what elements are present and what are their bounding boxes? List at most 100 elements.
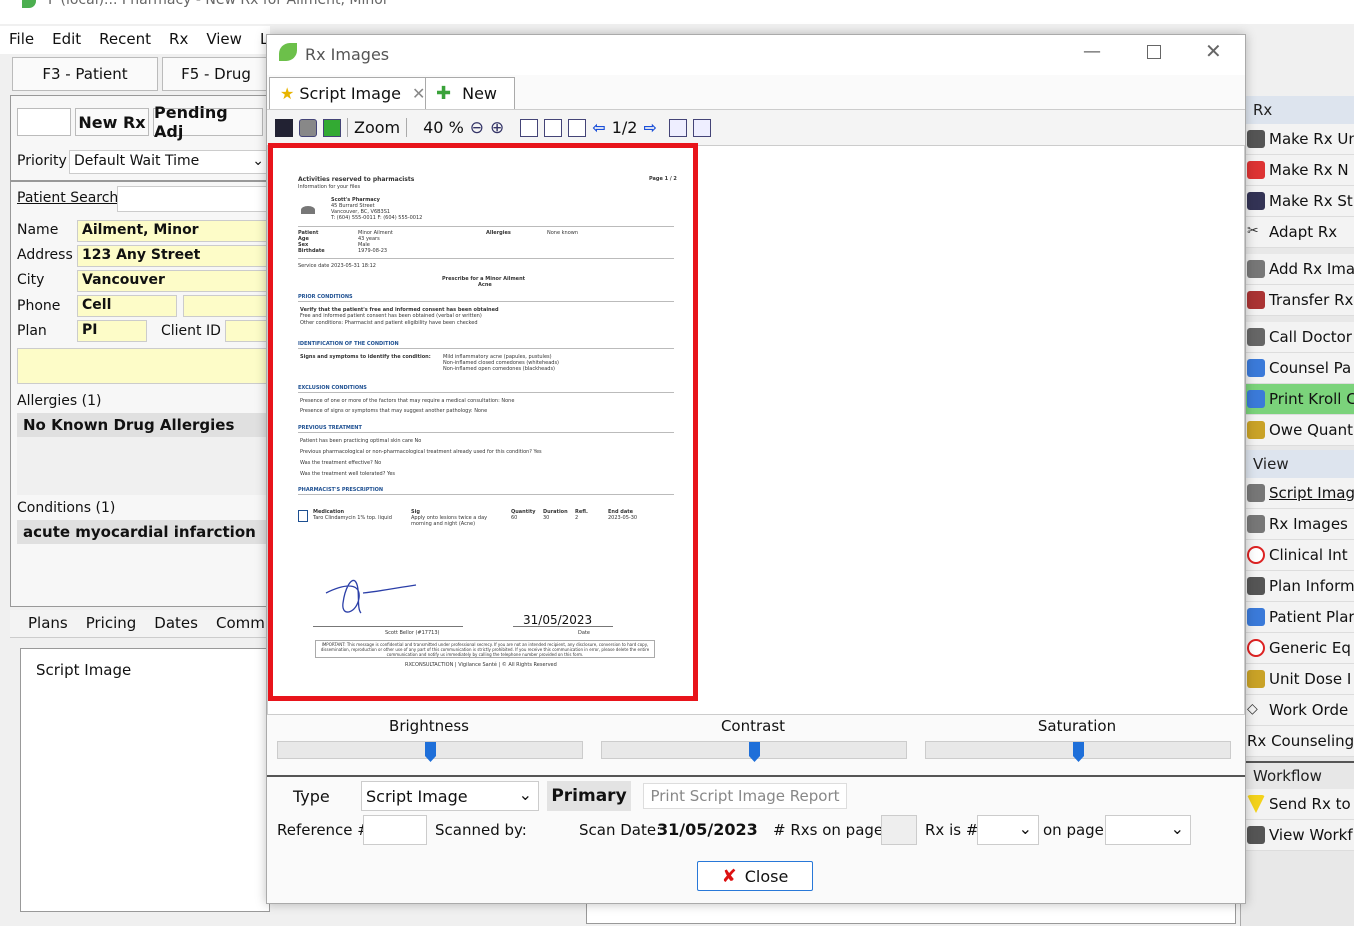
patient-search-input[interactable]	[117, 186, 269, 212]
rp-work-order[interactable]: ◇ Work Orde	[1241, 695, 1354, 726]
blank-button[interactable]	[17, 108, 71, 136]
rp-clinical-interactions[interactable]: Clinical Int	[1241, 540, 1354, 571]
rp-transfer-rx[interactable]: Transfer Rx	[1241, 285, 1354, 316]
rx-section-header[interactable]: Rx	[1241, 96, 1354, 124]
script-image-document[interactable]: Activities reserved to pharmacists Infor…	[268, 143, 698, 701]
unit-dose-icon	[1247, 670, 1265, 688]
phone-field[interactable]: Cell	[77, 295, 177, 317]
fit-width-icon[interactable]	[520, 118, 539, 137]
menu-file[interactable]: File	[0, 26, 43, 54]
patient-notes-field[interactable]	[17, 348, 269, 384]
zoom-out-icon[interactable]: ⊖	[470, 118, 484, 138]
rp-view-workflow[interactable]: View Workf	[1241, 820, 1354, 851]
export-icon[interactable]	[323, 118, 341, 137]
close-button-label: Close	[744, 866, 789, 886]
rx-is-select[interactable]: ⌄	[977, 815, 1039, 845]
prev-page-icon[interactable]: ⇦	[592, 118, 605, 137]
right-action-panel: Rx Make Rx Un Make Rx N Make Rx St ✂ Adap…	[1240, 96, 1354, 926]
rp-print-kroll[interactable]: Print Kroll C	[1241, 384, 1354, 415]
allergy-item[interactable]: No Known Drug Allergies	[17, 413, 269, 437]
rp-counsel-patient[interactable]: Counsel Pa	[1241, 353, 1354, 384]
city-label: City	[17, 272, 45, 288]
rp-make-rx-unfill[interactable]: Make Rx Un	[1241, 124, 1354, 155]
zoom-in-icon[interactable]: ⊕	[490, 118, 504, 138]
actual-size-icon[interactable]	[568, 118, 587, 137]
type-select[interactable]: Script Image ⌄	[361, 781, 539, 811]
menu-edit[interactable]: Edit	[43, 26, 90, 54]
rp-call-doctor[interactable]: Call Doctor	[1241, 322, 1354, 353]
doc-subtitle: Information for your files	[298, 184, 361, 190]
doc-section-prescription: PHARMACIST'S PRESCRIPTION	[298, 487, 384, 493]
x-icon: ✘	[721, 865, 737, 887]
view-section-header[interactable]: View	[1241, 450, 1354, 478]
tab-script-image[interactable]: ★ Script Image ✕	[269, 77, 437, 109]
f3-patient-button[interactable]: F3 - Patient	[12, 57, 158, 91]
saturation-thumb[interactable]	[1073, 742, 1084, 762]
rp-owe-quantity[interactable]: Owe Quant	[1241, 415, 1354, 446]
priority-select[interactable]: Default Wait Time ⌄	[69, 150, 269, 174]
tab-comments[interactable]: Comm	[207, 610, 274, 637]
contrast-thumb[interactable]	[749, 742, 760, 762]
rp-add-rx-image[interactable]: Add Rx Ima	[1241, 254, 1354, 285]
rp-rx-images[interactable]: Rx Images	[1241, 509, 1354, 540]
plus-icon: ✚	[436, 83, 452, 104]
main-titlebar: F (local)... Pharmacy - New Rx for Ailme…	[0, 0, 1354, 24]
phone-number-field[interactable]	[183, 295, 269, 317]
tab-new[interactable]: ✚ New	[425, 77, 515, 109]
rp-make-rx-stop[interactable]: Make Rx St	[1241, 186, 1354, 217]
reference-label: Reference #	[277, 821, 370, 839]
fit-page-icon[interactable]	[544, 118, 563, 137]
rp-patient-plans[interactable]: Patient Plar	[1241, 602, 1354, 633]
new-rx-button[interactable]: New Rx	[75, 108, 149, 136]
condition-item[interactable]: acute myocardial infarction	[17, 520, 269, 544]
zoom-value[interactable]: 40 %	[406, 118, 464, 137]
address-field[interactable]: 123 Any Street	[77, 245, 269, 267]
client-id-field[interactable]	[225, 320, 269, 342]
chevron-down-icon: ⌄	[252, 153, 264, 169]
next-page-icon[interactable]: ⇨	[643, 118, 656, 137]
rp-rx-counseling[interactable]: Rx Counseling	[1241, 726, 1354, 757]
rp-unit-dose[interactable]: Unit Dose I	[1241, 664, 1354, 695]
main-window-title: F (local)... Pharmacy - New Rx for Ailme…	[48, 0, 389, 8]
doc-service-date: Service date 2023-05-31 18:12	[298, 263, 376, 269]
primary-button[interactable]: Primary	[547, 781, 631, 811]
rx-is-label: Rx is #	[925, 821, 979, 839]
menu-recent[interactable]: Recent	[90, 26, 160, 54]
menu-view[interactable]: View	[197, 26, 251, 54]
rp-adapt-rx[interactable]: ✂ Adapt Rx	[1241, 217, 1354, 248]
save-icon[interactable]	[275, 118, 293, 137]
maximize-icon[interactable]	[1147, 45, 1161, 59]
close-window-icon[interactable]: ✕	[1205, 39, 1222, 63]
rp-send-rx[interactable]: Send Rx to	[1241, 789, 1354, 820]
on-page-select[interactable]: ⌄	[1105, 815, 1191, 845]
name-field[interactable]: Ailment, Minor	[77, 220, 269, 242]
workflow-section-header[interactable]: Workflow	[1241, 761, 1354, 789]
reference-input[interactable]	[363, 815, 427, 845]
print-icon[interactable]	[299, 118, 317, 137]
minimize-icon[interactable]: —	[1083, 41, 1101, 62]
rp-make-rx-never[interactable]: Make Rx N	[1241, 155, 1354, 186]
print-script-image-report-button[interactable]: Print Script Image Report	[643, 783, 847, 809]
tab-plans[interactable]: Plans	[10, 610, 77, 637]
phone-icon	[1247, 328, 1265, 346]
tab-dates[interactable]: Dates	[145, 610, 207, 637]
plan-field[interactable]: PI	[77, 320, 147, 342]
rxs-on-page-input[interactable]	[881, 815, 917, 845]
rp-script-image[interactable]: Script Imag	[1241, 478, 1354, 509]
f5-drug-button[interactable]: F5 - Drug	[162, 57, 270, 91]
menu-rx[interactable]: Rx	[160, 26, 197, 54]
type-label: Type	[293, 787, 330, 806]
pending-adj-button[interactable]: Pending Adj	[153, 103, 263, 141]
close-tab-icon[interactable]: ✕	[412, 84, 425, 103]
city-field[interactable]: Vancouver	[77, 270, 269, 292]
rp-generic-equivalents[interactable]: Generic Eq	[1241, 633, 1354, 664]
brightness-thumb[interactable]	[425, 742, 436, 762]
tab-pricing[interactable]: Pricing	[77, 610, 146, 637]
rotate-left-icon[interactable]	[668, 118, 687, 137]
page-indicator: 1/2	[611, 118, 638, 137]
rp-plan-information[interactable]: Plan Inform	[1241, 571, 1354, 602]
rotate-right-icon[interactable]	[692, 118, 711, 137]
close-button[interactable]: ✘ Close	[697, 861, 813, 891]
diamond-arrow-icon: ◇	[1247, 701, 1258, 717]
contrast-label: Contrast	[720, 717, 786, 735]
